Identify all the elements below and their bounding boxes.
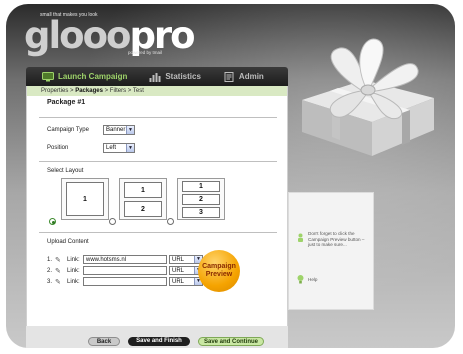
link-type-value: URL — [172, 279, 185, 285]
layout-slot: 3 — [182, 207, 220, 218]
breadcrumb: Properties > Packages > Filters > Test — [27, 86, 287, 96]
link-label: Link: — [67, 279, 80, 285]
help-link[interactable]: Help — [308, 277, 317, 283]
link-label: Link: — [67, 268, 80, 274]
save-and-continue-button[interactable]: Save and Continue — [198, 337, 264, 346]
monitor-icon — [42, 71, 54, 81]
breadcrumb-filters[interactable]: Filters — [110, 88, 126, 94]
upload-row-number: 3. — [47, 279, 53, 285]
campaign-panel: Properties > Packages > Filters > Test P… — [26, 86, 288, 348]
link-input-3[interactable] — [83, 277, 167, 286]
link-type-select-1[interactable]: URL ▼ — [169, 255, 203, 264]
nav-statistics[interactable]: Statistics — [143, 67, 207, 86]
layout-radio-2[interactable] — [109, 218, 116, 225]
link-type-select-3[interactable]: URL ▼ — [169, 277, 203, 286]
back-button[interactable]: Back — [88, 337, 120, 346]
logo-wordmark: glooopro — [24, 14, 196, 57]
campaign-type-label: Campaign Type — [47, 127, 89, 133]
breadcrumb-separator: > — [70, 88, 74, 94]
layout-option-2[interactable]: 1 2 — [119, 178, 167, 220]
nav-launch-campaign[interactable]: Launch Campaign — [36, 67, 133, 86]
gift-box-image — [302, 38, 434, 156]
campaign-type-select[interactable]: Banner ▼ — [103, 125, 135, 135]
nav-admin-label: Admin — [238, 72, 264, 81]
layout-slot: 1 — [182, 181, 220, 192]
link-input-1[interactable]: www.hotsms.nl — [83, 255, 167, 264]
brand-logo: small that makes you look glooopro power… — [14, 10, 196, 58]
chevron-down-icon: ▼ — [126, 126, 134, 134]
divider — [39, 117, 277, 118]
breadcrumb-packages: Packages — [75, 88, 103, 94]
upload-content-label: Upload Content — [47, 239, 89, 245]
campaign-preview-button[interactable]: Campaign Preview — [198, 250, 240, 292]
breadcrumb-separator: > — [104, 88, 109, 94]
link-type-value: URL — [172, 268, 185, 274]
breadcrumb-properties[interactable]: Properties — [41, 88, 68, 94]
logo-part-glooo: glooo — [24, 14, 131, 57]
position-label: Position — [47, 145, 69, 151]
breadcrumb-test[interactable]: Test — [133, 88, 144, 94]
nav-admin[interactable]: Admin — [217, 67, 270, 86]
upload-row-number: 2. — [47, 268, 53, 274]
layout-radio-1[interactable] — [49, 218, 56, 225]
save-and-finish-button[interactable]: Save and Finish — [128, 337, 190, 346]
main-nav: Launch Campaign Statistics Admin — [26, 67, 288, 86]
bar-chart-icon — [149, 72, 161, 82]
breadcrumb-separator: > — [127, 88, 132, 94]
nav-launch-campaign-label: Launch Campaign — [58, 72, 128, 81]
link-type-value: URL — [172, 257, 185, 263]
layout-slot: 2 — [124, 201, 162, 217]
select-layout-label: Select Layout — [47, 168, 84, 174]
paperclip-icon: ✎ — [55, 268, 61, 275]
user-icon — [298, 233, 303, 242]
layout-slot: 2 — [182, 194, 220, 205]
help-sidepanel: Don't forget to click the Campaign Previ… — [288, 192, 374, 310]
layout-option-1[interactable]: 1 — [61, 178, 109, 220]
layout-option-3[interactable]: 1 2 3 — [177, 178, 225, 220]
chevron-down-icon: ▼ — [126, 144, 134, 152]
divider — [39, 232, 277, 233]
upload-row-number: 1. — [47, 257, 53, 263]
link-label: Link: — [67, 257, 80, 263]
position-value: Left — [106, 145, 117, 151]
lightbulb-icon — [297, 275, 304, 284]
powered-by: powered by tmail — [128, 50, 163, 55]
link-input-2[interactable] — [83, 266, 167, 275]
package-title: Package #1 — [47, 99, 86, 106]
layout-radio-3[interactable] — [167, 218, 174, 225]
paperclip-icon: ✎ — [55, 257, 61, 264]
divider — [39, 161, 277, 162]
nav-statistics-label: Statistics — [165, 72, 201, 81]
position-select[interactable]: Left ▼ — [103, 143, 135, 153]
layout-slot: 1 — [66, 182, 104, 216]
document-icon — [224, 71, 234, 82]
campaign-type-value: Banner — [106, 127, 126, 133]
paperclip-icon: ✎ — [55, 279, 61, 286]
layout-slot: 1 — [124, 182, 162, 198]
preview-hint-text: Don't forget to click the Campaign Previ… — [308, 231, 365, 248]
